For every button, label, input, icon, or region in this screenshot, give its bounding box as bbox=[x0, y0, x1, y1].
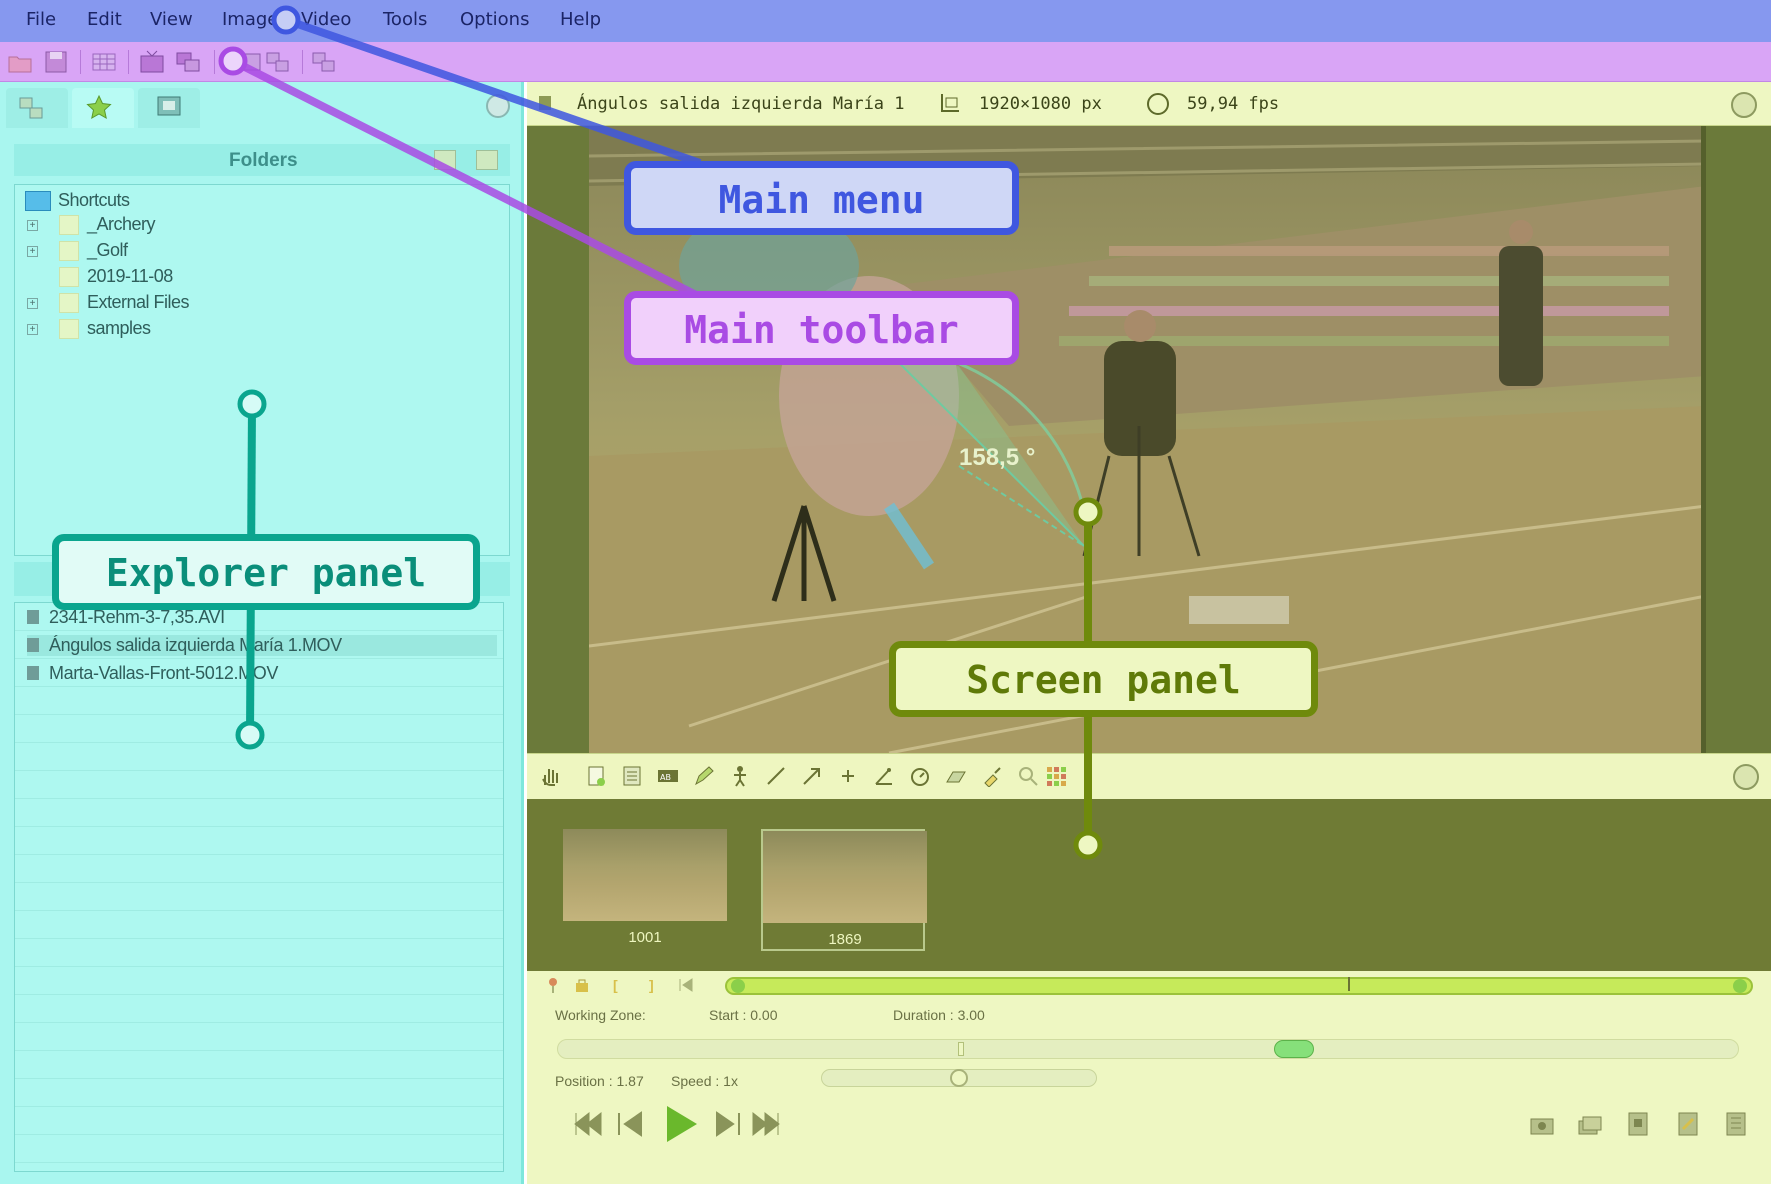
main-toolbar-callout: Main toolbar bbox=[624, 291, 1019, 365]
screen-panel-callout: Screen panel bbox=[889, 641, 1318, 717]
explorer-panel-callout: Explorer panel bbox=[52, 534, 480, 610]
main-menu-callout: Main menu bbox=[624, 161, 1019, 235]
